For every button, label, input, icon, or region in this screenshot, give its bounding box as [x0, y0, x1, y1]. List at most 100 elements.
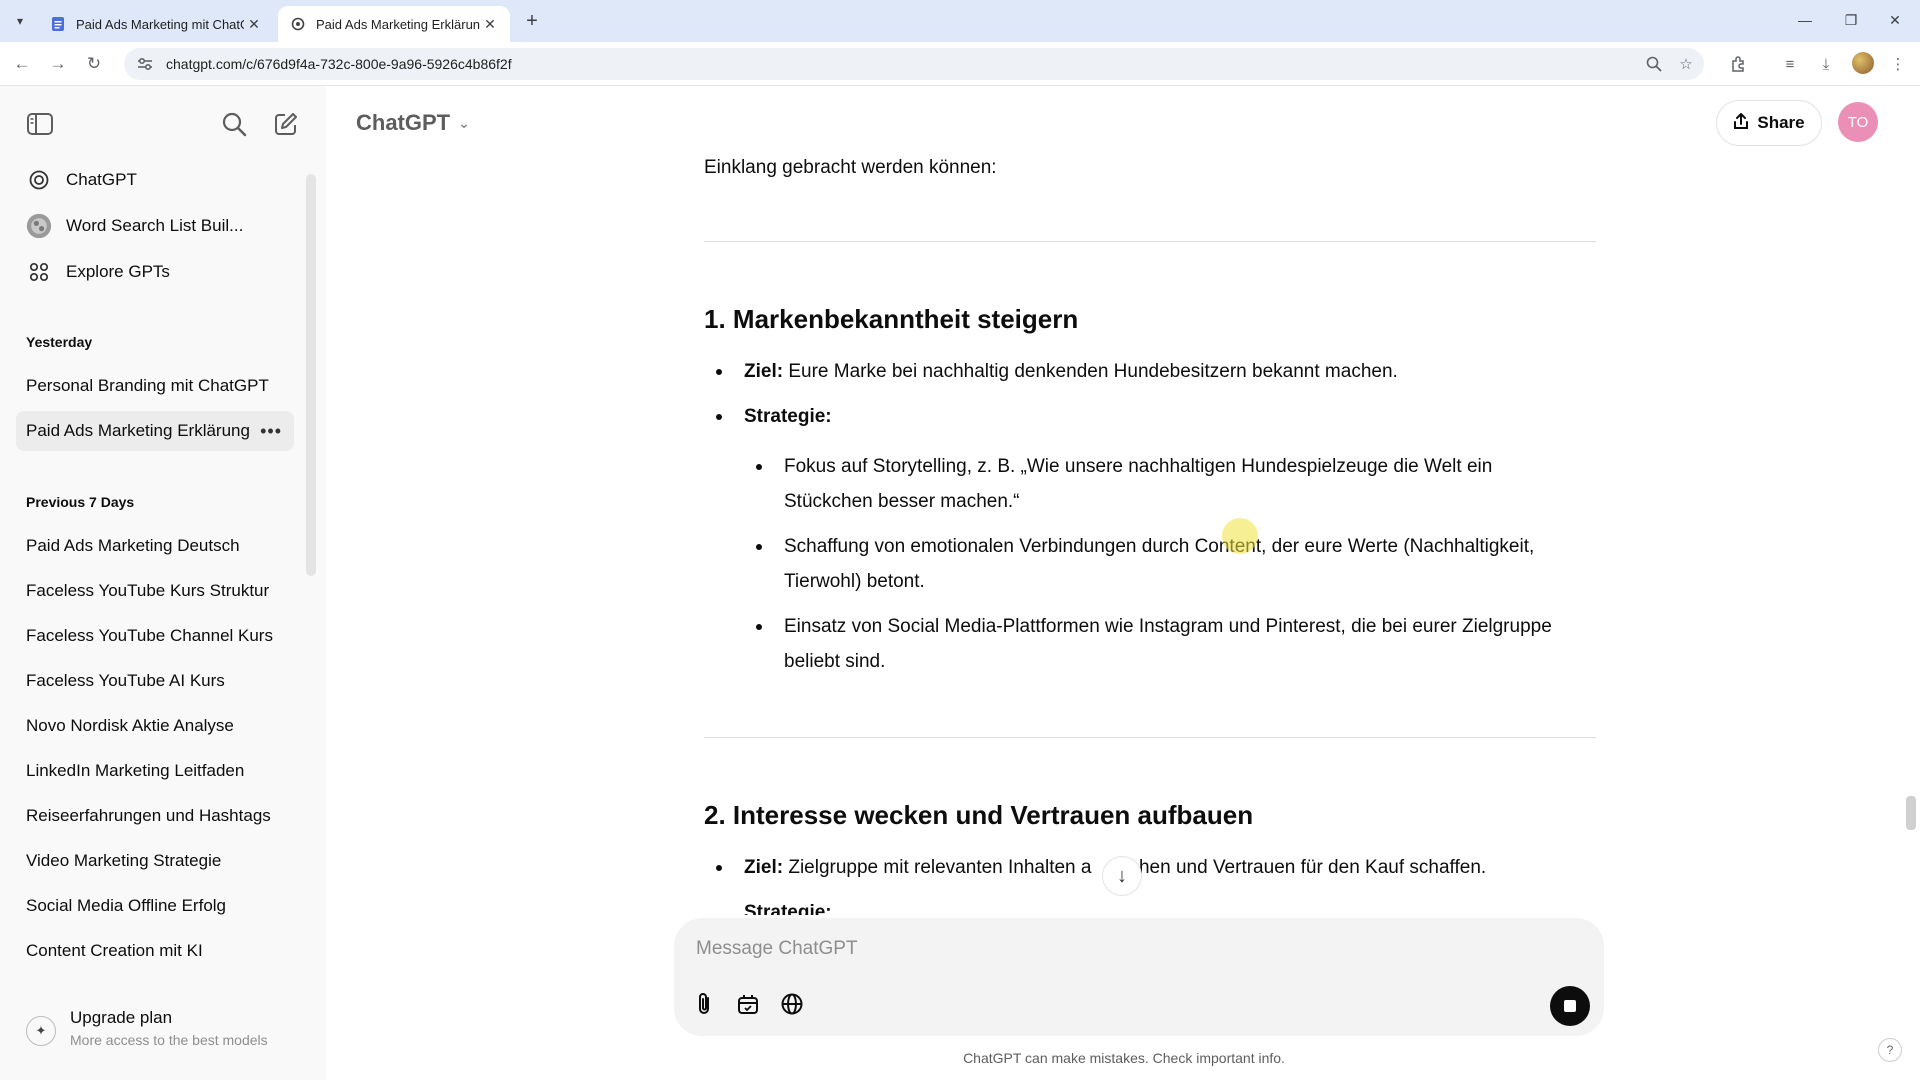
- sidebar-item-label: Word Search List Buil...: [66, 216, 244, 235]
- browser-tab-2[interactable]: Paid Ads Marketing Erklärung ✕: [278, 6, 510, 42]
- url-text: chatgpt.com/c/676d9f4a-732c-800e-9a96-59…: [166, 56, 512, 72]
- sidebar-item-label: Video Marketing Strategie: [26, 851, 222, 870]
- openai-favicon-icon: [290, 16, 306, 32]
- upgrade-plan-button[interactable]: ✦ Upgrade plan More access to the best m…: [26, 1006, 306, 1056]
- toggle-sidebar-icon[interactable]: [22, 106, 58, 142]
- list-item: Ziel: Eure Marke bei nachhaltig denkende…: [716, 354, 1398, 389]
- upgrade-sparkle-icon: ✦: [26, 1016, 56, 1046]
- share-upload-icon: [1733, 112, 1749, 135]
- section-heading: 2. Interesse wecken und Vertrauen aufbau…: [704, 800, 1254, 830]
- sidebar-item-label: Reiseerfahrungen und Hashtags: [26, 806, 271, 825]
- share-label: Share: [1757, 113, 1805, 132]
- openai-logo-icon: [26, 167, 52, 193]
- sidebar-item-chat[interactable]: Personal Branding mit ChatGPT: [16, 366, 294, 406]
- model-name: ChatGPT: [356, 110, 451, 135]
- sidebar-item-label: Faceless YouTube AI Kurs: [26, 671, 225, 690]
- sidebar-item-label: Social Media Offline Erfolg: [26, 896, 227, 915]
- sidebar-item-chat[interactable]: LinkedIn Marketing Leitfaden: [16, 751, 294, 791]
- sidebar-item-explore-gpts[interactable]: Explore GPTs: [16, 252, 294, 292]
- browser-tab-bar: ▾ Paid Ads Marketing mit ChatGP ✕ Paid A…: [0, 0, 1920, 42]
- browser-profile-avatar[interactable]: [1852, 52, 1874, 74]
- section-heading: 1. Markenbekanntheit steigern: [704, 304, 1079, 334]
- scroll-to-bottom-button[interactable]: ↓: [1102, 856, 1142, 896]
- sidebar-item-label: Novo Nordisk Aktie Analyse: [26, 716, 234, 735]
- sidebar-item-chat[interactable]: Reiseerfahrungen und Hashtags: [16, 796, 294, 836]
- sidebar-scrollbar[interactable]: [306, 174, 316, 576]
- user-avatar[interactable]: TO: [1838, 102, 1878, 142]
- attach-paperclip-icon[interactable]: [686, 986, 722, 1022]
- download-icon[interactable]: ⤓: [1812, 50, 1840, 78]
- tab-title: Paid Ads Marketing Erklärung: [316, 16, 480, 32]
- stop-generating-button[interactable]: [1550, 986, 1590, 1026]
- calendar-tools-icon[interactable]: [730, 986, 766, 1022]
- section-heading-previous-7-days: Previous 7 Days: [26, 494, 135, 510]
- tab-search-button[interactable]: ▾: [8, 9, 32, 33]
- cursor-highlight: [1222, 518, 1258, 554]
- sidebar-item-chatgpt[interactable]: ChatGPT: [16, 160, 294, 200]
- list-item-text: Eure Marke bei nachhaltig denkenden Hund…: [783, 361, 1398, 382]
- help-button[interactable]: ?: [1878, 1038, 1902, 1062]
- list-item-text: Schaffung von emotionalen Verbindungen d…: [784, 536, 1535, 557]
- browser-menu-icon[interactable]: ⋮: [1884, 50, 1912, 78]
- close-tab-icon[interactable]: ✕: [244, 14, 264, 34]
- sidebar-item-label: Explore GPTs: [66, 262, 170, 281]
- arrow-down-icon: ↓: [1117, 864, 1127, 887]
- back-arrow-icon[interactable]: ←: [8, 50, 36, 78]
- sidebar-item-chat[interactable]: Novo Nordisk Aktie Analyse: [16, 706, 294, 746]
- sidebar-item-label: Paid Ads Marketing Deutsch: [26, 536, 240, 555]
- upgrade-title: Upgrade plan: [70, 1008, 173, 1027]
- sidebar-item-label: Faceless YouTube Channel Kurs: [26, 626, 273, 645]
- sidebar-item-chat[interactable]: Video Marketing Strategie: [16, 841, 294, 881]
- bold-label: Strategie:: [744, 406, 832, 427]
- sidebar-item-chat[interactable]: Faceless YouTube AI Kurs: [16, 661, 294, 701]
- sidebar-item-label: ChatGPT: [66, 170, 137, 189]
- bold-label: Strategie:: [744, 902, 832, 915]
- site-settings-icon[interactable]: [136, 55, 154, 73]
- minimize-icon[interactable]: —: [1790, 8, 1820, 32]
- reload-icon[interactable]: ↻: [80, 50, 108, 78]
- extensions-icon[interactable]: [1724, 50, 1752, 78]
- divider: [704, 241, 1596, 242]
- sidebar-item-chat[interactable]: Content Creation mit KI: [16, 931, 294, 971]
- sidebar-item-word-search-gpt[interactable]: Word Search List Buil...: [16, 206, 294, 246]
- bookmark-star-icon[interactable]: ☆: [1672, 50, 1700, 78]
- sidebar-item-label: Paid Ads Marketing Erklärung: [26, 421, 250, 440]
- sidebar-item-chat[interactable]: Faceless YouTube Kurs Struktur: [16, 571, 294, 611]
- sidebar-item-chat[interactable]: Social Media Offline Erfolg: [16, 886, 294, 926]
- globe-search-icon[interactable]: [774, 986, 810, 1022]
- chevron-down-icon: ⌄: [458, 114, 470, 131]
- upgrade-subtitle: More access to the best models: [70, 1032, 268, 1048]
- bold-label: Ziel:: [744, 361, 784, 382]
- sidebar-item-chat[interactable]: Paid Ads Marketing Deutsch: [16, 526, 294, 566]
- browser-tab-1[interactable]: Paid Ads Marketing mit ChatGP ✕: [38, 6, 274, 42]
- disclaimer-text: ChatGPT can make mistakes. Check importa…: [963, 1050, 1285, 1066]
- close-tab-icon[interactable]: ✕: [480, 14, 500, 34]
- model-selector[interactable]: ChatGPT ⌄: [356, 110, 470, 136]
- new-tab-plus-icon[interactable]: +: [520, 9, 544, 33]
- media-controls-icon[interactable]: ≡: [1776, 50, 1804, 78]
- list-item-continuation: beliebt sind.: [784, 651, 886, 672]
- bold-label: Ziel:: [744, 857, 784, 878]
- divider: [704, 737, 1596, 738]
- grid-icon: [26, 259, 52, 285]
- list-item: Schaffung von emotionalen Verbindungen d…: [755, 529, 1535, 564]
- share-button[interactable]: Share: [1716, 100, 1822, 146]
- new-chat-icon[interactable]: [268, 106, 304, 142]
- list-item: Strategie:: [744, 895, 832, 915]
- sidebar-item-chat-active[interactable]: Paid Ads Marketing Erklärung •••: [16, 411, 294, 451]
- message-input[interactable]: Message ChatGPT: [696, 938, 858, 960]
- sidebar-item-label: Personal Branding mit ChatGPT: [26, 376, 269, 395]
- restore-icon[interactable]: ❐: [1836, 8, 1866, 32]
- sidebar-item-chat[interactable]: Faceless YouTube Channel Kurs: [16, 616, 294, 656]
- main-scrollbar[interactable]: [1906, 796, 1916, 830]
- address-bar[interactable]: chatgpt.com/c/676d9f4a-732c-800e-9a96-59…: [124, 48, 1704, 80]
- gpt-avatar-icon: [26, 213, 52, 239]
- message-composer[interactable]: Message ChatGPT: [674, 918, 1604, 1036]
- list-item-text: Einsatz von Social Media-Plattformen wie…: [784, 616, 1552, 637]
- zoom-icon[interactable]: [1640, 50, 1668, 78]
- more-options-icon[interactable]: •••: [260, 421, 282, 442]
- search-icon[interactable]: [216, 106, 252, 142]
- close-window-icon[interactable]: ✕: [1880, 8, 1910, 32]
- forward-arrow-icon[interactable]: →: [44, 50, 72, 78]
- list-item: Einsatz von Social Media-Plattformen wie…: [756, 609, 1552, 644]
